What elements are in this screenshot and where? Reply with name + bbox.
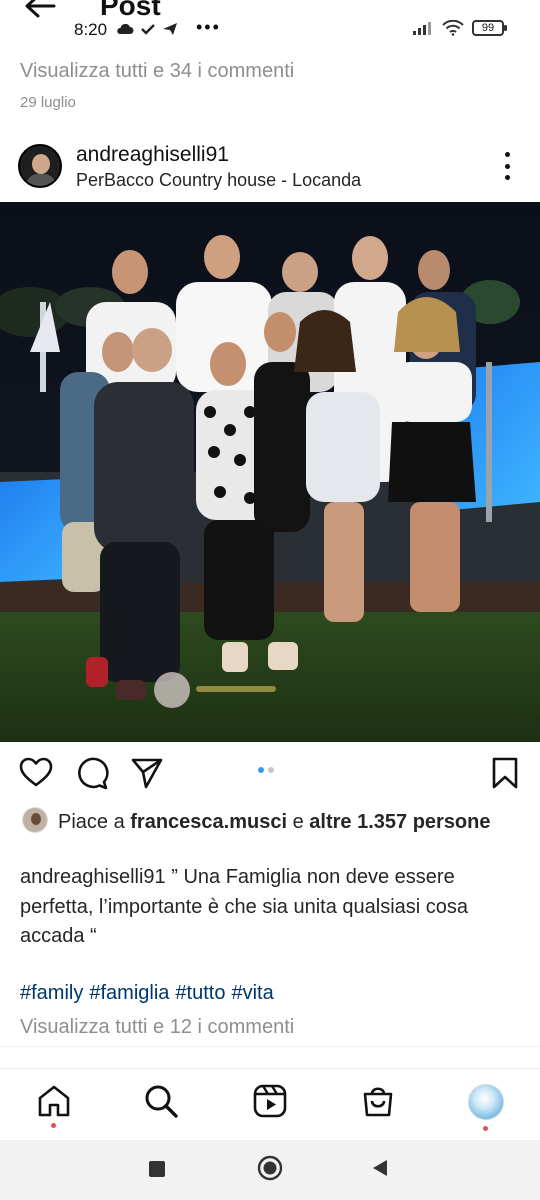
truncated-previous-text [20,36,80,44]
view-comments-link[interactable]: Visualizza tutti e 12 i commenti [20,1016,294,1039]
hashtag-link[interactable]: #tutto [175,982,225,1004]
liker-avatar [22,807,48,833]
check-icon [141,24,155,35]
carousel-dot-active [258,767,264,773]
reels-icon[interactable] [252,1083,288,1119]
status-system-icons: 99 [412,20,507,36]
share-icon[interactable] [130,756,164,790]
carousel-dot [268,767,274,773]
bottom-navigation [0,1068,540,1138]
back-arrow-icon[interactable] [22,0,56,24]
page-title: Post [100,0,161,21]
search-icon[interactable] [143,1083,179,1119]
post-caption: andreaghiselli91 ” Una Famiglia non deve… [20,863,520,952]
shop-icon[interactable] [360,1083,396,1119]
likes-prefix: Piace a [58,811,131,833]
status-notification-icons [116,22,178,36]
status-more-dots: ••• [196,17,221,37]
wifi-icon [442,20,464,36]
recent-apps-icon[interactable] [148,1160,166,1178]
heart-icon[interactable] [19,756,53,790]
signal-icon [413,22,431,35]
likes-count-link[interactable]: altre 1.357 persone [309,811,490,833]
home-button-icon[interactable] [257,1155,283,1181]
back-triangle-icon[interactable] [370,1158,390,1178]
profile-avatar-tab[interactable] [468,1084,504,1120]
bookmark-icon[interactable] [488,756,522,790]
comment-icon[interactable] [75,756,109,790]
previous-post-date: 29 luglio [20,94,76,111]
hashtag-link[interactable]: #family [20,982,83,1004]
profile-notification-dot [483,1126,488,1131]
post-action-bar [0,752,540,796]
send-icon [163,23,177,35]
carousel-indicator [258,767,274,773]
divider [0,1046,540,1047]
likes-user-link[interactable]: francesca.musci [130,811,287,833]
home-notification-dot [51,1123,56,1128]
battery-indicator: 99 [472,20,507,36]
likes-summary[interactable]: Piace a francesca.musci e altre 1.357 pe… [22,807,522,836]
top-bar: Post 8:20 ••• 99 [0,0,540,44]
post-photo[interactable] [0,202,540,742]
post-location[interactable]: PerBacco Country house - Locanda [76,170,361,191]
post-author-avatar[interactable] [18,144,62,188]
post-more-options-icon[interactable] [498,152,516,180]
caption-username[interactable]: andreaghiselli91 [20,866,166,888]
previous-view-comments-link[interactable]: Visualizza tutti e 34 i commenti [20,60,294,83]
likes-middle: e [287,811,310,833]
hashtag-link[interactable]: #famiglia [89,982,169,1004]
cloud-icon [117,23,134,34]
system-navigation-bar [0,1140,540,1200]
home-icon[interactable] [36,1083,72,1119]
post-author-username[interactable]: andreaghiselli91 [76,143,229,167]
hashtag-link[interactable]: #vita [231,982,273,1004]
hashtag-list: #family #famiglia #tutto #vita [20,982,280,1005]
